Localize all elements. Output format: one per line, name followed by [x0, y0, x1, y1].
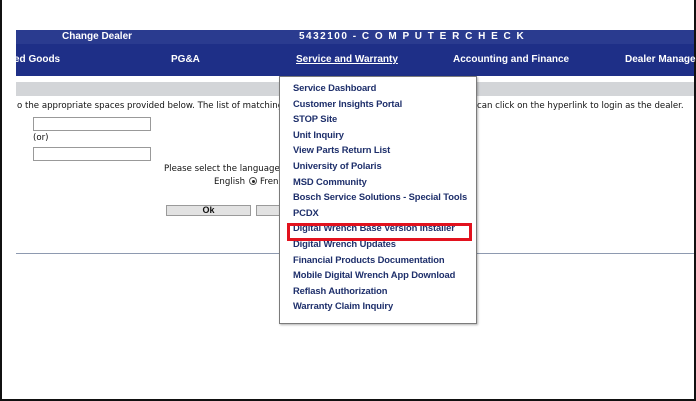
nav-item-dealer-management[interactable]: Dealer Managemen: [625, 54, 696, 65]
service-warranty-dropdown: Service Dashboard Customer Insights Porta…: [279, 76, 477, 324]
menu-item-reflash-authorization[interactable]: Reflash Authorization: [293, 285, 388, 296]
instruction-text-left: o the appropriate spaces provided below.…: [17, 101, 292, 111]
lang-french-label: Fren: [260, 177, 279, 187]
main-nav: ed Goods PG&A Service and Warranty Accou…: [14, 44, 696, 76]
title-bar: Change Dealer 5432100 - C O M P U T E R …: [16, 30, 694, 44]
menu-item-customer-insights-portal[interactable]: Customer Insights Portal: [293, 98, 402, 109]
menu-item-service-dashboard[interactable]: Service Dashboard: [293, 82, 376, 93]
menu-item-stop-site[interactable]: STOP Site: [293, 113, 337, 124]
menu-item-msd-community[interactable]: MSD Community: [293, 176, 367, 187]
dealer-number-input[interactable]: [33, 117, 151, 131]
nav-item-service-warranty[interactable]: Service and Warranty: [296, 54, 398, 65]
menu-item-view-parts-return-list[interactable]: View Parts Return List: [293, 144, 390, 155]
menu-item-bosch-service-solutions-special-tools[interactable]: Bosch Service Solutions - Special Tools: [293, 191, 467, 202]
menu-item-financial-products-documentation[interactable]: Financial Products Documentation: [293, 254, 445, 265]
cancel-button-partial[interactable]: [256, 205, 280, 216]
menu-item-unit-inquiry[interactable]: Unit Inquiry: [293, 129, 344, 140]
radio-english[interactable]: [249, 177, 258, 185]
top-blank-area: [2, 0, 694, 26]
dealer-title: 5432100 - C O M P U T E R C H E C K: [299, 31, 526, 42]
instruction-text-right: can click on the hyperlink to login as t…: [477, 101, 684, 111]
highlight-box: [287, 223, 472, 241]
nav-item-accounting-finance[interactable]: Accounting and Finance: [453, 54, 569, 65]
nav-item-finished-goods[interactable]: ed Goods: [14, 54, 60, 65]
dealer-name-input[interactable]: [33, 147, 151, 161]
language-options: English Fren: [214, 177, 278, 187]
menu-item-warranty-claim-inquiry[interactable]: Warranty Claim Inquiry: [293, 300, 393, 311]
language-prompt: Please select the language i: [164, 164, 285, 174]
or-label: (or): [33, 133, 49, 143]
menu-item-university-of-polaris[interactable]: University of Polaris: [293, 160, 382, 171]
lang-english-label: English: [214, 177, 246, 187]
ok-button[interactable]: Ok: [166, 205, 251, 216]
menu-item-pcdx[interactable]: PCDX: [293, 207, 319, 218]
nav-item-pga[interactable]: PG&A: [171, 54, 200, 65]
change-dealer-link[interactable]: Change Dealer: [62, 31, 132, 42]
menu-item-mobile-digital-wrench-app-download[interactable]: Mobile Digital Wrench App Download: [293, 269, 455, 280]
